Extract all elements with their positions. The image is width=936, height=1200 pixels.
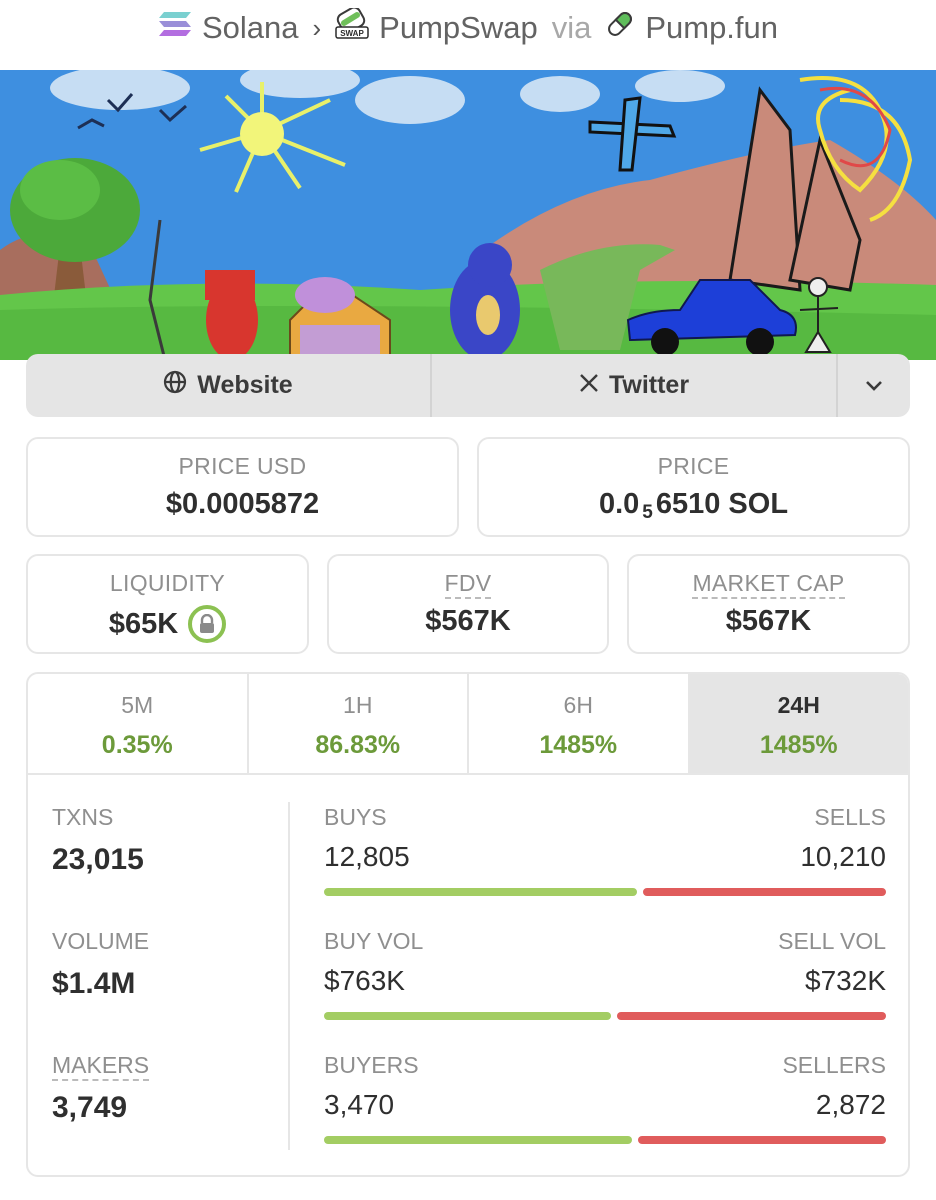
tab-change: 0.35% <box>101 731 173 759</box>
buys-sells-ratio-bar <box>324 888 886 896</box>
twitter-link-label: Twitter <box>608 371 690 399</box>
via-text: via <box>551 10 592 45</box>
buys-sells-row: BUYS SELLS 12,805 10,210 <box>324 804 886 928</box>
fdv-amount: $567K <box>425 605 511 637</box>
pill-icon <box>605 9 635 47</box>
stats-divider <box>288 802 290 1150</box>
price-usd-value: $0.0005872 <box>28 488 457 521</box>
price-native-digits: 6510 SOL <box>655 488 789 520</box>
more-links-button[interactable] <box>836 354 910 417</box>
price-usd-label: PRICE USD <box>178 453 307 479</box>
volume-label: VOLUME <box>52 928 150 954</box>
sell-volume-label: SELL VOL <box>778 928 886 954</box>
buyers-value: 3,470 <box>324 1089 395 1120</box>
makers-value: 3,749 <box>52 1091 128 1124</box>
market-cap-value: $567K <box>629 605 908 638</box>
liquidity-label: LIQUIDITY <box>109 570 226 596</box>
buys-value: 12,805 <box>324 841 410 872</box>
buy-ratio-bar <box>324 888 637 896</box>
tab-change: 1485% <box>539 731 618 759</box>
price-native-value: 0.0 5 6510 SOL <box>479 488 908 523</box>
volume-value: $1.4M <box>52 967 136 1000</box>
breadcrumb-chain[interactable]: Solana <box>158 10 299 46</box>
buyers-sellers-ratio-bar <box>324 1136 886 1144</box>
social-links-bar: Website Twitter <box>26 354 910 417</box>
volume-stat: VOLUME $1.4M <box>52 928 282 1052</box>
breadcrumb-launchpad[interactable]: Pump.fun <box>605 9 778 47</box>
price-native-label: PRICE <box>657 453 730 479</box>
buyers-ratio-bar <box>324 1136 632 1144</box>
market-cap-card: MARKET CAP $567K <box>627 554 910 654</box>
txns-stat: TXNS 23,015 <box>52 804 282 928</box>
tab-6h[interactable]: 6H 1485% <box>469 674 690 773</box>
sellers-label: SELLERS <box>782 1052 886 1078</box>
sell-ratio-bar <box>642 888 886 896</box>
tab-label: 5M <box>121 692 154 718</box>
fdv-label[interactable]: FDV <box>329 570 607 599</box>
globe-icon <box>163 370 187 401</box>
market-cap-label[interactable]: MARKET CAP <box>629 570 908 599</box>
trading-stats-panel: 5M 0.35% 1H 86.83% 6H 1485% 24H 1485% TX… <box>26 672 910 1177</box>
price-native-prefix: 0.0 <box>598 488 640 520</box>
dex-badge-text: SWAP <box>340 29 364 38</box>
makers-label-text: MAKERS <box>52 1052 150 1081</box>
solana-logo-icon <box>158 10 192 46</box>
website-link-label: Website <box>197 371 293 399</box>
buyers-label: BUYERS <box>324 1052 419 1078</box>
tab-5m[interactable]: 5M 0.35% <box>28 674 249 773</box>
market-cap-amount: $567K <box>725 605 812 637</box>
tab-change: 1485% <box>759 731 838 759</box>
makers-label[interactable]: MAKERS <box>52 1052 282 1081</box>
tab-label: 1H <box>343 692 373 718</box>
volume-ratio-bar <box>324 1012 886 1020</box>
sells-label: SELLS <box>814 804 886 830</box>
price-usd-amount: $0.0005872 <box>165 488 320 520</box>
tab-label: 24H <box>777 692 820 718</box>
breadcrumb-dex[interactable]: SWAP PumpSwap <box>335 6 538 48</box>
buys-label: BUYS <box>324 804 387 830</box>
breadcrumb: Solana › SWAP PumpSwap via Pump.fun <box>0 0 936 56</box>
market-cap-label-text: MARKET CAP <box>692 570 845 599</box>
buy-sell-column: BUYS SELLS 12,805 10,210 BUY VOL SELL VO… <box>324 804 886 1175</box>
chain-name: Solana <box>201 10 299 45</box>
breadcrumb-separator: › <box>312 12 322 43</box>
website-link-button[interactable]: Website <box>26 354 430 417</box>
twitter-link-button[interactable]: Twitter <box>430 354 836 417</box>
liquidity-card: LIQUIDITY $65K <box>26 554 309 654</box>
buy-volume-value: $763K <box>324 965 405 996</box>
liquidity-value: $65K <box>28 605 307 643</box>
dex-name: PumpSwap <box>379 10 538 45</box>
chevron-down-icon <box>864 371 884 400</box>
buy-volume-label: BUY VOL <box>324 928 424 954</box>
sells-value: 10,210 <box>800 841 886 872</box>
totals-column: TXNS 23,015 VOLUME $1.4M MAKERS 3,749 <box>52 804 282 1175</box>
tab-label: 6H <box>563 692 593 718</box>
fdv-value: $567K <box>329 605 607 638</box>
tab-24h[interactable]: 24H 1485% <box>689 674 908 773</box>
x-logo-icon <box>579 371 599 400</box>
tab-change: 86.83% <box>315 731 401 759</box>
pumpswap-logo-icon: SWAP <box>335 6 369 48</box>
launchpad-name: Pump.fun <box>645 10 779 45</box>
makers-stat: MAKERS 3,749 <box>52 1052 282 1175</box>
buy-volume-ratio-bar <box>324 1012 611 1020</box>
token-banner-image <box>0 70 936 360</box>
price-usd-card: PRICE USD $0.0005872 <box>26 437 459 537</box>
sellers-value: 2,872 <box>815 1089 886 1120</box>
txns-label: TXNS <box>52 804 114 830</box>
sell-volume-value: $732K <box>805 965 886 996</box>
sellers-ratio-bar <box>637 1136 886 1144</box>
tab-1h[interactable]: 1H 86.83% <box>249 674 469 773</box>
txns-value: 23,015 <box>52 843 144 876</box>
fdv-label-text: FDV <box>444 570 492 599</box>
liquidity-amount: $65K <box>108 607 179 640</box>
fdv-card: FDV $567K <box>327 554 609 654</box>
buyers-sellers-row: BUYERS SELLERS 3,470 2,872 <box>324 1052 886 1175</box>
timeframe-tabs: 5M 0.35% 1H 86.83% 6H 1485% 24H 1485% <box>28 674 908 775</box>
price-native-card: PRICE 0.0 5 6510 SOL <box>477 437 910 537</box>
volume-row: BUY VOL SELL VOL $763K $732K <box>324 928 886 1052</box>
sell-volume-ratio-bar <box>616 1012 886 1020</box>
lock-icon[interactable] <box>188 605 227 643</box>
price-native-zero-count: 5 <box>642 501 653 523</box>
